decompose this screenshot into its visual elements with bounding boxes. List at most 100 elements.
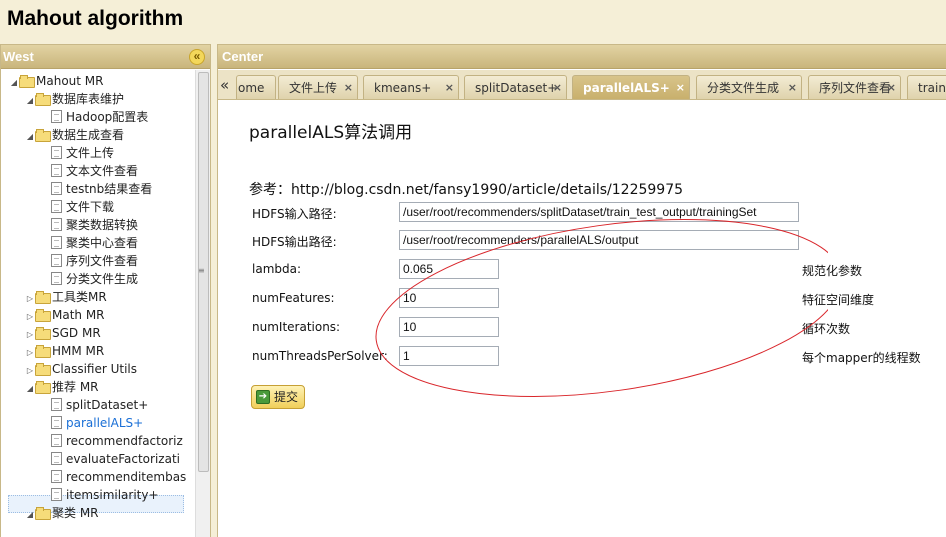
tree-item[interactable]: 分类文件生成 bbox=[41, 270, 138, 288]
tree-item[interactable]: testnb结果查看 bbox=[41, 180, 152, 198]
tree-item-label: recommenditembas bbox=[66, 470, 187, 484]
tree-item[interactable]: itemsimilarity+ bbox=[41, 486, 159, 504]
tree-item-label: 推荐 MR bbox=[52, 380, 99, 394]
tab-scroll-left-button[interactable]: « bbox=[220, 75, 234, 97]
file-icon bbox=[51, 164, 62, 177]
center-panel: Center « ome 文件上传 × kmeans+ × splitDataset+ × p… bbox=[217, 44, 946, 537]
tree-folder[interactable]: ▷ Classifier Utils bbox=[25, 360, 137, 378]
tree-folder[interactable]: ▷ Math MR bbox=[25, 306, 105, 324]
field-label: numFeatures: bbox=[252, 291, 335, 305]
tree-item-label: 数据生成查看 bbox=[52, 128, 125, 142]
file-icon bbox=[51, 200, 62, 213]
tab-label: parallelALS+ bbox=[583, 81, 670, 95]
file-icon bbox=[51, 470, 62, 483]
close-icon[interactable]: × bbox=[344, 76, 353, 99]
west-panel-header: West « bbox=[1, 45, 210, 69]
tab-6[interactable]: 分类文件生成 × bbox=[696, 75, 802, 99]
tree-folder[interactable]: ◢ 数据库表维护 bbox=[25, 90, 124, 108]
tab-8[interactable]: traini bbox=[907, 75, 946, 99]
close-icon[interactable]: × bbox=[788, 76, 797, 99]
folder-icon bbox=[35, 129, 51, 142]
tree-item-label: 文件上传 bbox=[66, 146, 115, 160]
tree-folder[interactable]: ◢ 推荐 MR bbox=[25, 378, 99, 396]
tab-content: parallelALS算法调用 参考：http://blog.csdn.net/… bbox=[218, 101, 946, 537]
file-icon bbox=[51, 488, 62, 501]
close-icon[interactable]: × bbox=[887, 76, 896, 99]
tree-item[interactable]: parallelALS+ bbox=[41, 414, 144, 432]
folder-icon bbox=[35, 345, 51, 358]
collapse-arrow-icon[interactable]: ◢ bbox=[25, 506, 35, 524]
collapse-arrow-icon[interactable]: ◢ bbox=[25, 128, 35, 146]
file-icon bbox=[51, 452, 62, 465]
tree-item-label: Math MR bbox=[52, 308, 105, 322]
file-icon bbox=[51, 272, 62, 285]
field-label: lambda: bbox=[252, 262, 302, 276]
folder-icon bbox=[19, 75, 35, 88]
tree-item[interactable]: 聚类数据转换 bbox=[41, 216, 138, 234]
page-title: parallelALS算法调用 bbox=[249, 123, 413, 143]
file-icon bbox=[51, 110, 62, 123]
tab-3[interactable]: kmeans+ × bbox=[363, 75, 459, 99]
tab-5[interactable]: parallelALS+ × bbox=[572, 75, 690, 99]
tree-folder[interactable]: ◢ Mahout MR bbox=[9, 72, 103, 90]
tab-2[interactable]: 文件上传 × bbox=[278, 75, 358, 99]
tab-label: splitDataset+ bbox=[475, 81, 558, 95]
tab-label: 文件上传 bbox=[289, 81, 338, 95]
collapse-west-button[interactable]: « bbox=[189, 49, 205, 65]
scrollbar-grip-icon: ≡ bbox=[198, 266, 205, 275]
file-icon bbox=[51, 182, 62, 195]
close-icon[interactable]: × bbox=[553, 76, 562, 99]
collapse-arrow-icon[interactable]: ◢ bbox=[9, 74, 19, 92]
tree-item-label: testnb结果查看 bbox=[66, 182, 153, 196]
tree-item[interactable]: recommenditembas bbox=[41, 468, 186, 486]
red-ellipse-annotation bbox=[375, 219, 828, 397]
tab-bar: « ome 文件上传 × kmeans+ × splitDataset+ × parallel… bbox=[218, 70, 946, 100]
tree-item[interactable]: 序列文件查看 bbox=[41, 252, 138, 270]
collapse-arrow-icon[interactable]: ◢ bbox=[25, 380, 35, 398]
tree-item-label: Hadoop配置表 bbox=[66, 110, 149, 124]
file-icon bbox=[51, 254, 62, 267]
close-icon[interactable]: × bbox=[676, 76, 685, 99]
collapse-arrow-icon[interactable]: ◢ bbox=[25, 92, 35, 110]
tree-item[interactable]: splitDataset+ bbox=[41, 396, 148, 414]
file-icon bbox=[51, 146, 62, 159]
tree-item[interactable]: 聚类中心查看 bbox=[41, 234, 138, 252]
submit-button[interactable]: ➔ 提交 bbox=[251, 385, 305, 409]
folder-icon bbox=[35, 363, 51, 376]
tree-item[interactable]: 文本文件查看 bbox=[41, 162, 138, 180]
tree-folder[interactable]: ◢ 数据生成查看 bbox=[25, 126, 124, 144]
submit-icon: ➔ bbox=[256, 390, 270, 404]
tree-folder[interactable]: ▷ 工具类MR bbox=[25, 288, 107, 306]
tree-folder[interactable]: ▷ SGD MR bbox=[25, 324, 101, 342]
tree-item-label: 聚类数据转换 bbox=[66, 218, 139, 232]
tab-4[interactable]: splitDataset+ × bbox=[464, 75, 567, 99]
tree-item-label: 数据库表维护 bbox=[52, 92, 125, 106]
app-title: Mahout algorithm bbox=[7, 7, 184, 30]
submit-label: 提交 bbox=[274, 390, 299, 404]
reference-link-text: 参考：http://blog.csdn.net/fansy1990/articl… bbox=[249, 182, 684, 198]
tree-item-label: evaluateFactorizati bbox=[66, 452, 180, 466]
tree-folder[interactable]: ▷ HMM MR bbox=[25, 342, 104, 360]
tree-item-label: Classifier Utils bbox=[52, 362, 138, 376]
tree-item[interactable]: evaluateFactorizati bbox=[41, 450, 180, 468]
tree-item[interactable]: Hadoop配置表 bbox=[41, 108, 148, 126]
tree-item[interactable]: 文件上传 bbox=[41, 144, 114, 162]
tree-scrollbar[interactable]: ≡ bbox=[195, 70, 210, 537]
close-icon[interactable]: × bbox=[445, 76, 454, 99]
tab-1[interactable]: ome bbox=[236, 75, 276, 99]
tree-item-label: splitDataset+ bbox=[66, 398, 149, 412]
app-header: Mahout algorithm bbox=[0, 0, 946, 44]
tree-item-label: Mahout MR bbox=[36, 74, 104, 88]
tab-7[interactable]: 序列文件查看 × bbox=[808, 75, 901, 99]
file-icon bbox=[51, 236, 62, 249]
tree-item-label: 聚类 MR bbox=[52, 506, 99, 520]
tree-folder[interactable]: ◢ 聚类 MR bbox=[25, 504, 99, 522]
tree-item[interactable]: recommendfactoriz bbox=[41, 432, 183, 450]
tree-item-label: 文件下载 bbox=[66, 200, 115, 214]
file-icon bbox=[51, 416, 62, 429]
folder-icon bbox=[35, 309, 51, 322]
tab-label: ome bbox=[238, 81, 265, 95]
navigation-tree: ◢ Mahout MR ◢ 数据库表维护 Hadoop配置表 ◢ 数据生成查看 文件上传 文本文… bbox=[1, 70, 195, 537]
tree-item[interactable]: 文件下载 bbox=[41, 198, 114, 216]
center-panel-title: Center bbox=[222, 49, 264, 64]
